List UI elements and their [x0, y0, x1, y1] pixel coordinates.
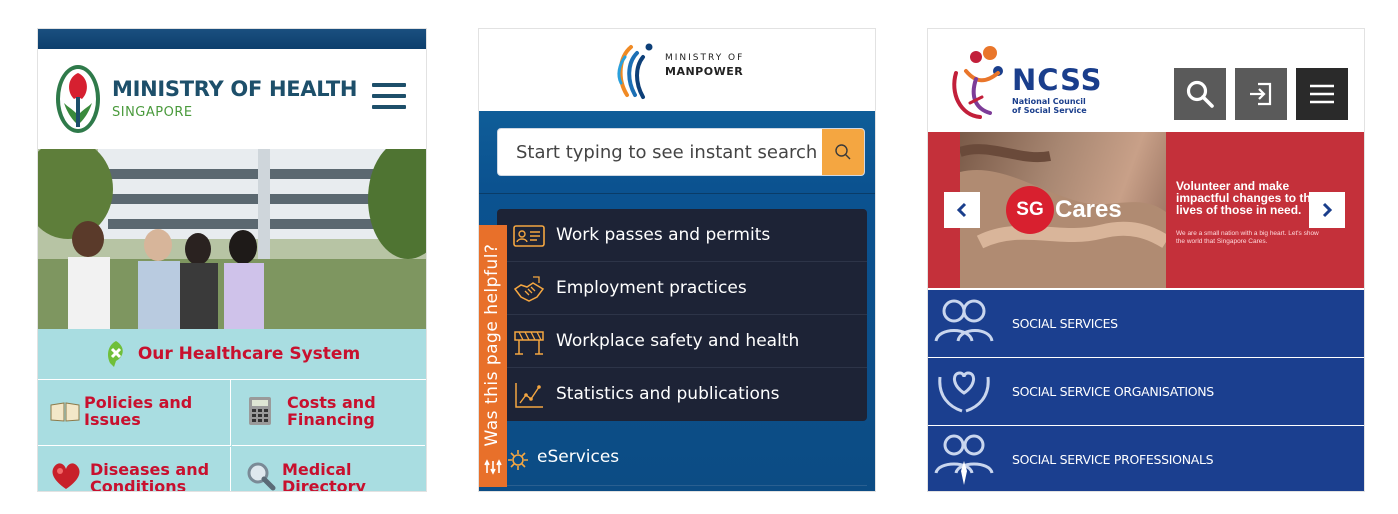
search-icon	[1186, 80, 1214, 108]
menu-item-label: Workplace safety and health	[556, 331, 800, 351]
menu-item-workplace-safety[interactable]: Workplace safety and health	[497, 315, 867, 368]
hero-photo	[38, 149, 426, 329]
diseases-and-conditions-link[interactable]: Diseases and Conditions	[38, 447, 231, 492]
moh-panel: MINISTRY OF HEALTH SINGAPORE Our Healthc…	[37, 28, 427, 492]
barrier-icon	[514, 331, 544, 355]
costs-and-financing-link[interactable]: Costs and Financing	[232, 380, 425, 446]
moh-title: MINISTRY OF HEALTH	[112, 77, 358, 101]
id-card-icon	[513, 225, 545, 247]
mom-logo-line2: MANPOWER	[665, 65, 744, 78]
featured-label: Our Healthcare System	[137, 344, 361, 364]
ncss-logo-name: NCSS	[1012, 63, 1103, 97]
cell-label-line2: Financing	[287, 410, 375, 429]
handshake-icon	[513, 276, 545, 302]
mom-logo-line1: MINISTRY OF	[665, 53, 745, 63]
menu-item-label: Statistics and publications	[556, 384, 780, 404]
ncss-header: NCSS National Council of Social Service	[928, 29, 1364, 132]
policies-and-issues-link[interactable]: Policies and Issues	[38, 380, 231, 446]
divider	[479, 193, 875, 194]
gear-icon	[508, 450, 528, 470]
mom-main-menu: Work passes and permits Employment pract…	[497, 209, 867, 421]
section-label: SOCIAL SERVICE PROFESSIONALS	[1012, 452, 1214, 467]
instant-search-input[interactable]: Start typing to see instant search	[497, 128, 865, 176]
people-icon	[934, 299, 994, 342]
search-button[interactable]	[822, 129, 864, 175]
mom-main: Start typing to see instant search Work …	[479, 111, 875, 491]
line-chart-icon	[515, 383, 543, 408]
section-label: SOCIAL SERVICES	[1012, 316, 1118, 331]
chevron-left-icon	[956, 202, 967, 218]
menu-icon	[1310, 84, 1334, 104]
moh-quick-nav: Our Healthcare System Policies and Issues…	[38, 329, 426, 492]
mom-panel: MINISTRY OF MANPOWER Start typing to see…	[478, 28, 876, 492]
cell-label-line2: Directory	[282, 477, 366, 492]
menu-item-statistics[interactable]: Statistics and publications	[497, 368, 867, 421]
moh-logo-icon[interactable]	[54, 63, 102, 135]
menu-item-employment-practices[interactable]: Employment practices	[497, 262, 867, 315]
ncss-panel: NCSS National Council of Social Service	[927, 28, 1365, 492]
ncss-logo-line2: of Social Service	[1012, 106, 1087, 115]
mom-logo-icon[interactable]	[611, 39, 657, 101]
menu-item-label: Work passes and permits	[556, 225, 771, 245]
search-placeholder: Start typing to see instant search	[516, 142, 818, 163]
banner-tagline: Volunteer and make impactful changes to …	[1176, 179, 1318, 217]
ncss-logo-line1: National Council	[1012, 97, 1086, 106]
feedback-tab[interactable]: Was this page helpful?	[479, 225, 507, 487]
moh-subtitle: SINGAPORE	[112, 105, 193, 120]
medical-directory-link[interactable]: Medical Directory	[232, 447, 425, 492]
search-button[interactable]	[1174, 68, 1226, 120]
social-service-professionals-link[interactable]: SOCIAL SERVICE PROFESSIONALS	[928, 426, 1364, 491]
moh-top-bar	[38, 29, 426, 49]
feedback-thumbs-icon	[484, 459, 502, 475]
cell-label-line2: Conditions	[90, 477, 187, 492]
heart-icon	[52, 463, 80, 489]
sg-cares-banner[interactable]: SG Cares Volunteer and make impactful ch…	[928, 132, 1364, 288]
search-icon	[835, 144, 851, 160]
cell-label-line2: Issues	[84, 410, 141, 429]
ncss-logo-icon[interactable]	[946, 43, 1010, 125]
eservices-label: eServices	[537, 447, 620, 467]
login-button[interactable]	[1235, 68, 1287, 120]
carousel-prev-button[interactable]	[944, 192, 980, 228]
ncss-logo-fullname: National Council of Social Service	[1012, 97, 1087, 115]
calculator-icon	[249, 397, 271, 425]
heart-hands-icon	[938, 371, 990, 413]
magnifier-icon	[247, 462, 276, 491]
sg-badge: SG	[1006, 186, 1054, 234]
book-icon	[50, 402, 80, 422]
moh-header: MINISTRY OF HEALTH SINGAPORE	[38, 49, 426, 149]
hero-photo-image	[38, 149, 426, 329]
chevron-right-icon	[1322, 202, 1333, 218]
professionals-icon	[934, 434, 994, 485]
hamburger-menu-button[interactable]	[372, 83, 406, 113]
login-icon	[1250, 82, 1272, 106]
carousel-next-button[interactable]	[1309, 192, 1345, 228]
social-services-link[interactable]: SOCIAL SERVICES	[928, 290, 1364, 357]
banner-subtext: We are a small nation with a big heart. …	[1176, 230, 1319, 245]
social-service-organisations-link[interactable]: SOCIAL SERVICE ORGANISATIONS	[928, 358, 1364, 425]
eservices-link[interactable]: eServices	[497, 433, 867, 486]
our-healthcare-system-link[interactable]: Our Healthcare System	[38, 329, 426, 380]
menu-item-work-passes[interactable]: Work passes and permits	[497, 209, 867, 262]
menu-item-label: Employment practices	[556, 278, 747, 298]
ncss-section-list: SOCIAL SERVICES SOCIAL SERVICE ORGANISAT…	[928, 288, 1364, 491]
cares-wordmark: Cares	[1055, 196, 1122, 223]
feedback-label: Was this page helpful?	[482, 243, 502, 447]
hamburger-menu-button[interactable]	[1296, 68, 1348, 120]
leaf-icon	[107, 341, 123, 367]
mom-header: MINISTRY OF MANPOWER	[479, 29, 875, 111]
section-label: SOCIAL SERVICE ORGANISATIONS	[1012, 384, 1214, 399]
